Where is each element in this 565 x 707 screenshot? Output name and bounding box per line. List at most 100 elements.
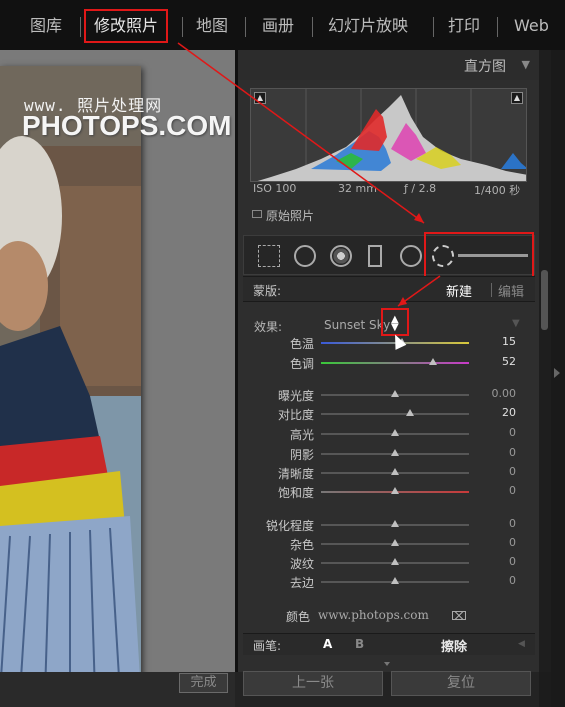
tab-map[interactable]: 地图 <box>196 12 228 40</box>
crop-tool-icon[interactable] <box>258 245 280 267</box>
tab-slideshow[interactable]: 幻灯片放映 <box>328 12 408 40</box>
watermark-logo: PHOTOPS.COM <box>22 110 232 141</box>
tab-separator <box>312 17 313 37</box>
shadows-value[interactable]: 0 <box>480 446 516 459</box>
highlights-slider-thumb[interactable] <box>391 429 399 436</box>
shadows-slider-thumb[interactable] <box>391 449 399 456</box>
highlights-value[interactable]: 0 <box>480 426 516 439</box>
previous-button[interactable]: 上一张 <box>243 671 383 696</box>
photo-illustration <box>0 66 141 694</box>
noise-value[interactable]: 0 <box>480 536 516 549</box>
brush-label: 画笔: <box>253 639 282 653</box>
histogram[interactable]: ▲ ▲ <box>250 88 527 182</box>
reset-button[interactable]: 复位 <box>391 671 531 696</box>
mask-separator <box>491 283 492 297</box>
brush-b-button[interactable]: B <box>355 637 364 651</box>
exposure-value[interactable]: 0.00 <box>480 387 517 400</box>
moire-value[interactable]: 0 <box>480 555 516 568</box>
tab-separator <box>497 17 498 37</box>
tool-strip <box>243 232 535 278</box>
graduated-filter-icon[interactable] <box>368 245 382 267</box>
tint-slider[interactable] <box>321 362 469 364</box>
original-photo-label: 原始照片 <box>266 209 315 223</box>
tint-slider-thumb[interactable] <box>429 358 438 365</box>
tab-library[interactable]: 图库 <box>30 12 62 40</box>
temp-value[interactable]: 15 <box>480 335 516 348</box>
temp-label: 色温 <box>289 337 314 351</box>
tab-book[interactable]: 画册 <box>262 12 294 40</box>
expand-icon[interactable] <box>384 662 390 666</box>
module-bar: 图库 修改照片 地图 画册 幻灯片放映 打印 Web <box>0 0 565 50</box>
tab-separator <box>245 17 246 37</box>
spot-removal-icon[interactable] <box>294 245 316 267</box>
exposure-slider-thumb[interactable] <box>391 390 399 397</box>
contrast-value[interactable]: 20 <box>480 406 516 419</box>
focal-readout: 32 mm <box>338 182 377 195</box>
tab-print[interactable]: 打印 <box>448 12 480 40</box>
tint-value[interactable]: 52 <box>480 355 516 368</box>
mask-new-button[interactable]: 新建 <box>446 281 472 300</box>
sharpness-label: 锐化程度 <box>265 519 314 533</box>
brush-a-button[interactable]: A <box>323 637 332 651</box>
panel-scrollbar[interactable] <box>539 50 551 672</box>
done-button[interactable]: 完成 <box>179 673 228 693</box>
shadow-clipping-icon[interactable]: ▲ <box>254 92 266 104</box>
iso-readout: ISO 100 <box>253 182 297 195</box>
clarity-value[interactable]: 0 <box>480 465 516 478</box>
right-edge <box>551 50 565 707</box>
highlight-clipping-icon[interactable]: ▲ <box>511 92 523 104</box>
sharpness-value[interactable]: 0 <box>480 517 516 530</box>
tab-separator <box>80 17 81 37</box>
contrast-label: 对比度 <box>277 408 314 422</box>
mask-row: 蒙版: 新建 编辑 <box>243 276 535 302</box>
collapse-icon[interactable]: ▼ <box>522 58 530 71</box>
mask-label: 蒙版: <box>253 284 282 298</box>
contrast-slider-thumb[interactable] <box>405 409 414 416</box>
tab-separator <box>433 17 434 37</box>
preset-stepper[interactable]: ▲ ▼ <box>381 308 409 336</box>
sharpness-slider-thumb[interactable] <box>391 520 399 527</box>
red-eye-icon[interactable] <box>330 245 352 267</box>
clarity-slider-thumb[interactable] <box>391 468 399 475</box>
collapse-icon[interactable]: ◀ <box>518 639 525 649</box>
histogram-title: 直方图 <box>464 59 506 75</box>
chevron-down-icon[interactable]: ▼ <box>512 318 520 329</box>
noise-label: 杂色 <box>289 538 314 552</box>
highlight-box <box>424 232 534 278</box>
defringe-slider-thumb[interactable] <box>391 577 399 584</box>
brush-row: 画笔: A B 擦除 ◀ <box>243 633 535 655</box>
moire-label: 波纹 <box>289 557 314 571</box>
expand-right-panel-icon[interactable] <box>554 368 560 378</box>
tint-label: 色调 <box>289 357 314 371</box>
image-canvas[interactable]: www. 照片处理网 PHOTOPS.COM <box>0 50 235 694</box>
brush-erase-button[interactable]: 擦除 <box>441 636 467 655</box>
tab-separator <box>182 17 183 37</box>
scrollbar-thumb[interactable] <box>541 270 548 330</box>
mask-edit-button[interactable]: 编辑 <box>498 281 524 300</box>
up-down-icon: ▲ ▼ <box>391 314 399 333</box>
tab-web[interactable]: Web <box>514 12 549 40</box>
saturation-slider-thumb[interactable] <box>391 487 399 494</box>
shadows-label: 阴影 <box>289 448 314 462</box>
photo[interactable] <box>0 66 141 694</box>
defringe-label: 去边 <box>289 576 314 590</box>
color-swatch[interactable] <box>452 611 466 620</box>
saturation-label: 饱和度 <box>277 486 314 500</box>
effect-label: 效果: <box>254 320 283 334</box>
shutter-readout: 1/400 秒 <box>474 184 521 197</box>
histogram-header[interactable]: 直方图 ▼ <box>238 50 540 80</box>
exposure-label: 曝光度 <box>277 389 314 403</box>
clarity-label: 清晰度 <box>277 467 314 481</box>
histogram-graph <box>257 89 526 181</box>
original-photo-checkbox[interactable] <box>252 210 262 218</box>
noise-slider-thumb[interactable] <box>391 539 399 546</box>
color-watermark-text: www.photops.com <box>318 608 429 622</box>
contrast-slider[interactable] <box>321 413 469 415</box>
moire-slider-thumb[interactable] <box>391 558 399 565</box>
defringe-value[interactable]: 0 <box>480 574 516 587</box>
color-label: 颜色 <box>286 610 311 624</box>
develop-panel: 直方图 ▼ ▲ ▲ ISO 100 32 mm ƒ / 2.8 1/400 秒 … <box>237 50 540 672</box>
saturation-value[interactable]: 0 <box>480 484 516 497</box>
radial-filter-icon[interactable] <box>400 245 422 267</box>
tab-develop[interactable]: 修改照片 <box>84 9 169 43</box>
